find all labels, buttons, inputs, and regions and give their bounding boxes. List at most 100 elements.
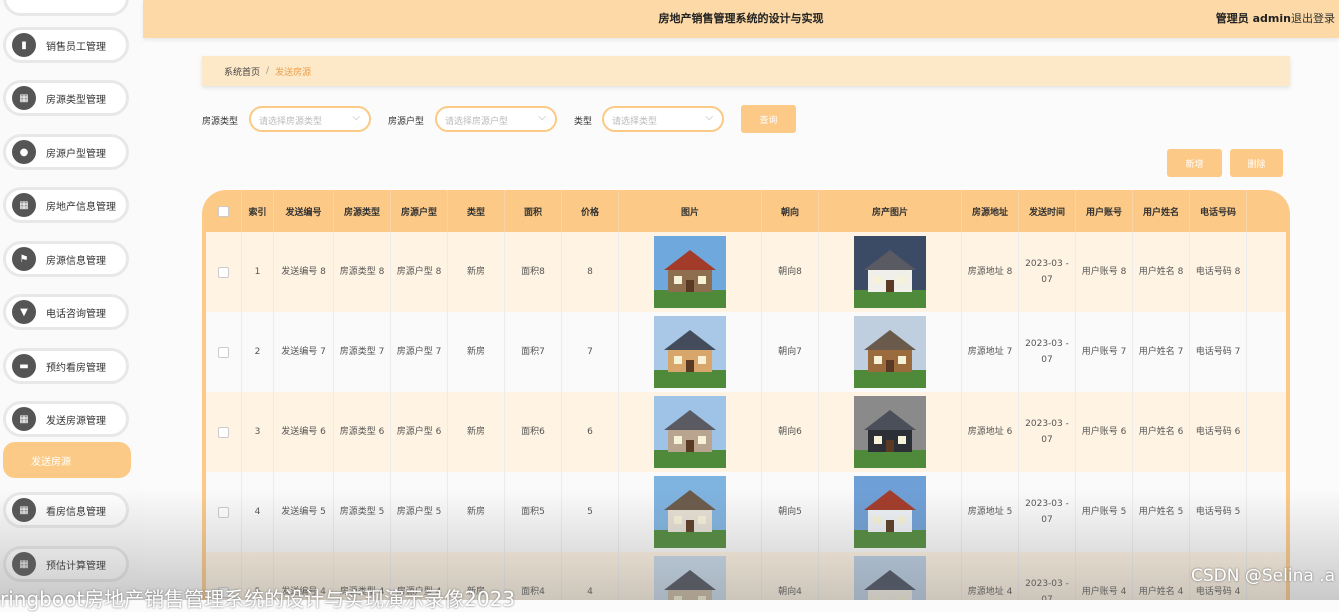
grid-icon: ▦	[12, 552, 36, 576]
send-time-text: 2023-03 -07	[1025, 259, 1069, 285]
sidebar-item-phone-consult[interactable]: ▼ 电话咨询管理	[3, 294, 129, 330]
row-checkbox-cell[interactable]	[206, 392, 242, 472]
col-kind: 类型	[448, 190, 505, 232]
house-image[interactable]	[619, 312, 762, 392]
orientation-text: 朝向5	[778, 507, 802, 517]
sidebar-item-estate-info[interactable]: ▦ 房地产信息管理	[3, 187, 129, 223]
house-layout-select[interactable]: 请选择房源户型 ⌵	[435, 106, 557, 132]
breadcrumb-home[interactable]: 系统首页	[224, 65, 260, 78]
current-user: 管理员 admin	[1215, 12, 1291, 25]
sidebar-item-estimate[interactable]: ▦ 预估计算管理	[3, 546, 129, 582]
top-bar: 房地产销售管理系统的设计与实现 管理员 admin 退出登录	[143, 0, 1339, 38]
sidebar-item-house-layout[interactable]: ● 房源户型管理	[3, 134, 129, 170]
phone: 电话号码 8	[1190, 232, 1247, 312]
property-image[interactable]	[819, 472, 962, 552]
row-index: 4	[242, 472, 274, 552]
user-account-text: 用户账号 6	[1081, 427, 1127, 437]
price-text: 7	[587, 347, 593, 357]
row-index-text: 4	[254, 507, 261, 517]
row-checkbox-cell[interactable]	[206, 472, 242, 552]
row-checkbox[interactable]	[218, 346, 229, 358]
sidebar: ▮ 销售员工管理 ▦ 房源类型管理 ● 房源户型管理 ▦ 房地产信息管理 ⚑ 房源信息管理…	[0, 0, 142, 600]
row-checkbox[interactable]	[218, 506, 229, 518]
property-image[interactable]	[819, 232, 962, 312]
property-image[interactable]	[819, 552, 962, 600]
user-name: 用户姓名 8	[1133, 232, 1190, 312]
price: 5	[562, 472, 619, 552]
sidebar-item-appointment[interactable]: ▬ 预约看房管理	[3, 348, 129, 384]
table-row[interactable]: 2 发送编号 7 房源类型 7 房源户型 7 新房 面积7 7 朝向7 房源地址 7 2023-0…	[206, 312, 1286, 392]
house-type-text: 房源类型 5	[339, 507, 385, 517]
house-photo[interactable]	[654, 316, 726, 388]
house-type-text: 房源类型 7	[339, 347, 385, 357]
house-image[interactable]	[619, 232, 762, 312]
breadcrumb: 系统首页 / 发送房源	[202, 56, 1290, 86]
col-send-no: 发送编号	[274, 190, 334, 232]
chevron-down-icon: ⌵	[538, 112, 546, 123]
property-photo[interactable]	[854, 316, 926, 388]
property-image[interactable]	[819, 392, 962, 472]
price-text: 6	[587, 427, 593, 437]
house-image[interactable]	[619, 552, 762, 600]
col-user-account: 用户账号	[1076, 190, 1133, 232]
sidebar-item-top[interactable]	[3, 0, 129, 16]
search-button[interactable]: 查询	[741, 105, 796, 133]
sidebar-item-house-type[interactable]: ▦ 房源类型管理	[3, 80, 129, 116]
send-no-text: 发送编号 6	[281, 427, 326, 437]
row-checkbox[interactable]	[218, 426, 229, 438]
send-time-text: 2023-03 -07	[1025, 419, 1069, 445]
row-index-text: 1	[254, 267, 261, 277]
house-photo[interactable]	[654, 396, 726, 468]
user-account-text: 用户账号 5	[1081, 507, 1127, 517]
house-type-text: 房源类型 6	[339, 427, 385, 437]
phone: 电话号码 6	[1190, 392, 1247, 472]
property-photo[interactable]	[854, 476, 926, 548]
sidebar-item-viewing-info[interactable]: ▦ 看房信息管理	[3, 492, 129, 528]
house-type-select[interactable]: 请选择房源类型 ⌵	[249, 106, 371, 132]
house-layout: 房源户型 8	[391, 232, 448, 312]
house-layout-text: 房源户型 8	[396, 267, 442, 277]
row-index: 3	[242, 392, 274, 472]
sidebar-item-send-house[interactable]: ▦ 发送房源管理	[3, 401, 129, 437]
house-layout-label: 房源户型	[388, 117, 425, 127]
table-row[interactable]: 4 发送编号 5 房源类型 5 房源户型 5 新房 面积5 5 朝向5 房源地址 5 2023-0…	[206, 472, 1286, 552]
add-button[interactable]: 新增	[1167, 149, 1222, 177]
price-text: 4	[587, 587, 593, 597]
row-checkbox-cell[interactable]	[206, 232, 242, 312]
sidebar-item-house-info[interactable]: ⚑ 房源信息管理	[3, 241, 129, 277]
house-photo[interactable]	[654, 556, 726, 600]
orientation: 朝向8	[762, 232, 819, 312]
phone-text: 电话号码 7	[1195, 347, 1241, 357]
row-checkbox-cell[interactable]	[206, 312, 242, 392]
property-photo[interactable]	[854, 396, 926, 468]
chevron-down-icon: ⌵	[352, 112, 360, 123]
sidebar-item-sales-staff[interactable]: ▮ 销售员工管理	[3, 27, 129, 63]
col-address: 房源地址	[962, 190, 1019, 232]
property-photo[interactable]	[854, 236, 926, 308]
phone-text: 电话号码 6	[1195, 427, 1241, 437]
price: 7	[562, 312, 619, 392]
row-checkbox[interactable]	[218, 266, 229, 278]
house-photo[interactable]	[654, 476, 726, 548]
checkbox[interactable]	[218, 205, 229, 217]
property-photo[interactable]	[854, 556, 926, 600]
house-image[interactable]	[619, 472, 762, 552]
select-all-checkbox[interactable]	[206, 190, 242, 232]
table-row[interactable]: 1 发送编号 8 房源类型 8 房源户型 8 新房 面积8 8 朝向8 房源地址 8 2023-0…	[206, 232, 1286, 312]
house-layout-text: 房源户型 7	[396, 347, 442, 357]
phone-text: 电话号码 5	[1195, 507, 1241, 517]
delete-button[interactable]: 删除	[1230, 149, 1283, 177]
send-no: 发送编号 5	[274, 472, 334, 552]
kind-select[interactable]: 请选择类型 ⌵	[602, 106, 724, 132]
house-photo[interactable]	[654, 236, 726, 308]
sidebar-subitem-send-house[interactable]: 发送房源	[3, 442, 131, 478]
area-text: 面积6	[521, 427, 545, 437]
house-type-label: 房源类型	[202, 117, 239, 127]
table-row[interactable]: 3 发送编号 6 房源类型 6 房源户型 6 新房 面积6 6 朝向6 房源地址 6 2023-0…	[206, 392, 1286, 472]
user-account-text: 用户账号 4	[1081, 587, 1127, 597]
row-index-text: 3	[254, 427, 261, 437]
address-text: 房源地址 7	[967, 347, 1013, 357]
house-image[interactable]	[619, 392, 762, 472]
logout-link[interactable]: 退出登录	[1291, 10, 1335, 26]
property-image[interactable]	[819, 312, 962, 392]
